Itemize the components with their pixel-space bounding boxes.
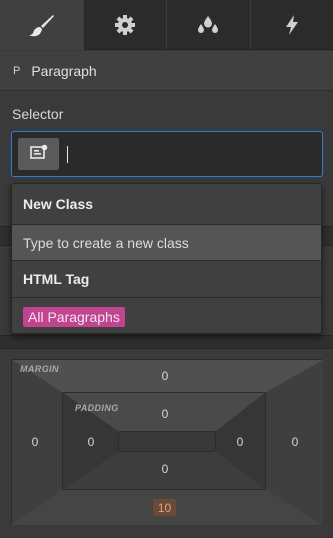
selected-element-header: P Paragraph [0, 51, 333, 91]
selector-input[interactable] [11, 131, 323, 177]
gear-icon [114, 14, 136, 36]
margin-left-value[interactable]: 0 [23, 435, 47, 449]
padding-right-value[interactable]: 0 [228, 435, 252, 449]
text-cursor [67, 146, 68, 163]
margin-bottom-value[interactable]: 10 [153, 499, 176, 516]
lightning-icon [283, 14, 301, 36]
padding-top-value[interactable]: 0 [153, 407, 177, 421]
element-type-chip[interactable] [18, 138, 59, 170]
html-tag-option-row[interactable]: All Paragraphs [12, 298, 321, 333]
create-class-option[interactable]: Type to create a new class [12, 225, 321, 260]
droplets-icon [196, 14, 220, 36]
new-class-header: New Class [23, 196, 94, 212]
padding-bottom-value[interactable]: 0 [153, 462, 177, 476]
all-paragraphs-tag[interactable]: All Paragraphs [23, 306, 125, 327]
tab-interactions[interactable] [167, 0, 251, 50]
tab-style[interactable] [0, 0, 84, 50]
padding-label: PADDING [75, 403, 119, 413]
tab-lightning[interactable] [250, 0, 333, 50]
spacing-box-model: MARGIN PADDING 0 0 0 10 0 0 0 0 [11, 359, 323, 525]
section-strip [0, 335, 333, 349]
margin-label: MARGIN [20, 364, 59, 374]
element-name: Paragraph [31, 62, 97, 79]
paintbrush-icon [27, 13, 55, 37]
panel-tabs [0, 0, 333, 50]
tab-settings[interactable] [83, 0, 167, 50]
margin-top-value[interactable]: 0 [153, 369, 177, 383]
selector-label: Selector [12, 106, 64, 122]
margin-right-value[interactable]: 0 [283, 435, 307, 449]
paragraph-element-icon [29, 144, 48, 165]
padding-left-value[interactable]: 0 [79, 435, 103, 449]
element-tag-label: P [13, 64, 21, 77]
selector-dropdown: New Class Type to create a new class HTM… [11, 183, 322, 334]
content-box [118, 431, 216, 452]
html-tag-header: HTML Tag [23, 271, 90, 287]
